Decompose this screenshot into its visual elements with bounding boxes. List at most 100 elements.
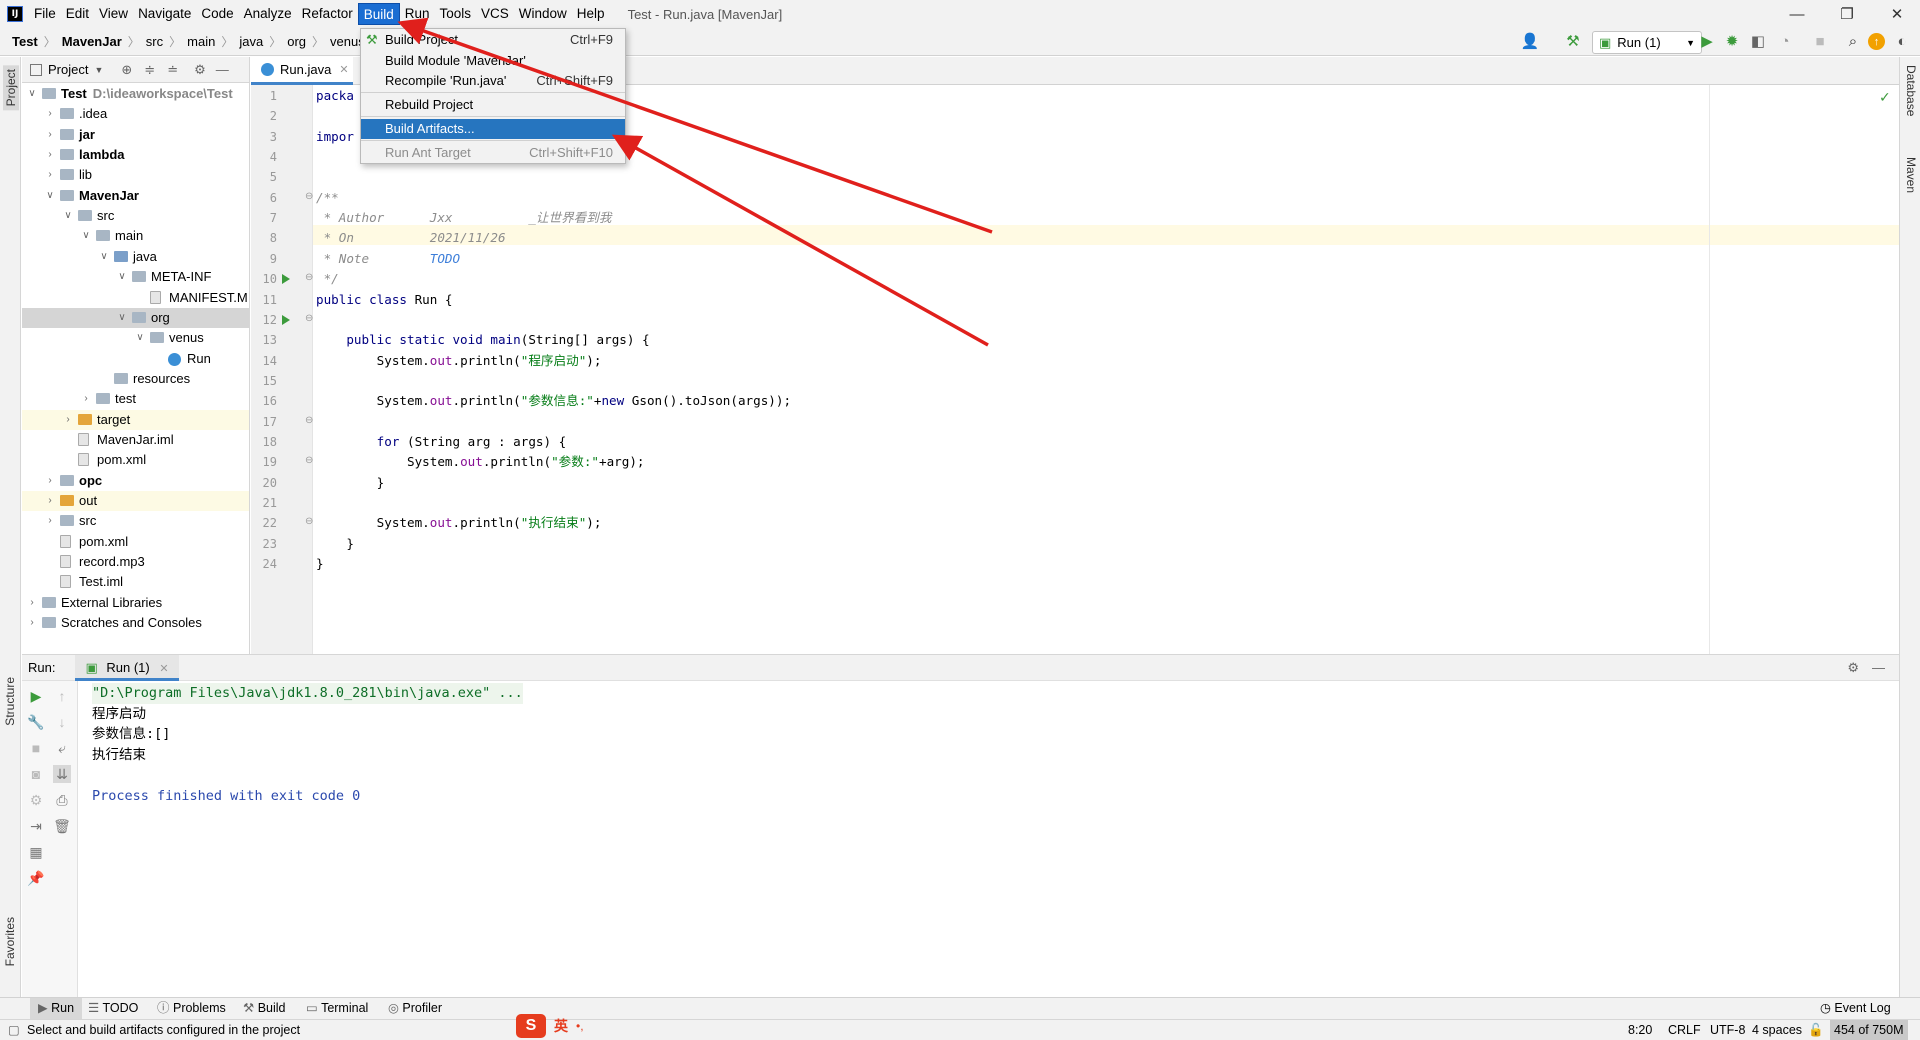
- tree-item[interactable]: ∨ venus: [22, 328, 249, 348]
- profile-icon[interactable]: ◔: [1775, 33, 1795, 51]
- run-gutter-icon[interactable]: [282, 274, 290, 285]
- chevron-down-icon[interactable]: ∨: [62, 206, 74, 226]
- close-tab-icon[interactable]: ✕: [159, 663, 168, 675]
- build-menu-item-build-artifacts[interactable]: Build Artifacts...: [361, 119, 625, 139]
- chevron-down-icon[interactable]: ∨: [26, 84, 38, 104]
- chevron-right-icon[interactable]: ›: [44, 165, 56, 185]
- close-tab-icon[interactable]: ✕: [339, 63, 348, 76]
- menu-edit[interactable]: Edit: [61, 3, 94, 25]
- tree-item[interactable]: › .idea: [22, 104, 249, 124]
- chevron-right-icon[interactable]: ›: [80, 389, 92, 409]
- chevron-down-icon[interactable]: ∨: [98, 247, 110, 267]
- project-view-selector[interactable]: Project: [48, 62, 88, 77]
- tree-item[interactable]: › Scratches and Consoles: [22, 613, 249, 633]
- tree-item[interactable]: › src: [22, 511, 249, 531]
- structure-tool-button[interactable]: Structure: [3, 677, 17, 726]
- menu-help[interactable]: Help: [572, 3, 610, 25]
- ide-features-icon[interactable]: ◐: [1892, 33, 1912, 51]
- rerun-icon[interactable]: ▶: [27, 687, 45, 705]
- tree-item[interactable]: › test: [22, 389, 249, 409]
- memory-indicator[interactable]: 454 of 750M: [1830, 1020, 1908, 1040]
- wrench-icon[interactable]: 🔧: [27, 713, 45, 731]
- build-menu-item-build-module-mavenjar[interactable]: Build Module 'MavenJar': [361, 51, 625, 71]
- build-menu-item-run-ant-target[interactable]: Run Ant Target Ctrl+Shift+F10: [361, 143, 625, 163]
- user-icon[interactable]: 👤: [1520, 33, 1540, 51]
- tree-item[interactable]: › External Libraries: [22, 593, 249, 613]
- chevron-right-icon[interactable]: ›: [44, 491, 56, 511]
- breadcrumb-item[interactable]: main: [187, 34, 215, 49]
- locate-icon[interactable]: ⊕: [121, 62, 132, 78]
- chevron-down-icon[interactable]: ∨: [134, 328, 146, 348]
- build-tool-button[interactable]: ⚒ Build: [243, 998, 285, 1019]
- tree-item[interactable]: pom.xml: [22, 532, 249, 552]
- up-icon[interactable]: ↑: [53, 687, 71, 705]
- exit-icon[interactable]: ⇥: [27, 817, 45, 835]
- code-editor[interactable]: ✓ packa impor /** * Author Jxx _让世界看到我 * O…: [313, 85, 1899, 654]
- breadcrumb-item[interactable]: Test: [12, 34, 38, 49]
- breadcrumb-item[interactable]: src: [146, 34, 163, 49]
- menu-tools[interactable]: Tools: [435, 3, 477, 25]
- favorites-tool-button[interactable]: Favorites: [3, 917, 17, 966]
- layout-icon[interactable]: ▦: [27, 843, 45, 861]
- tree-item[interactable]: › lambda: [22, 145, 249, 165]
- build-hammer-icon[interactable]: ⚒: [1563, 33, 1583, 51]
- breadcrumb-item[interactable]: org: [287, 34, 306, 49]
- maven-tool-button[interactable]: Maven: [1904, 157, 1918, 193]
- search-icon[interactable]: ⌕: [1843, 33, 1863, 51]
- chevron-down-icon[interactable]: ∨: [116, 308, 128, 328]
- hide-icon[interactable]: —: [216, 62, 229, 77]
- soft-wrap-icon[interactable]: ⤶: [53, 739, 71, 757]
- menu-build[interactable]: Build: [357, 3, 400, 25]
- tree-item[interactable]: › opc: [22, 471, 249, 491]
- menu-view[interactable]: View: [94, 3, 133, 25]
- chevron-right-icon[interactable]: ›: [62, 410, 74, 430]
- camera-icon[interactable]: ◙: [27, 765, 45, 783]
- database-tool-button[interactable]: Database: [1904, 65, 1918, 116]
- event-log-button[interactable]: ◷ Event Log: [1820, 998, 1891, 1019]
- tree-item[interactable]: ∨ META-INF: [22, 267, 249, 287]
- print-icon[interactable]: ⎙: [53, 791, 71, 809]
- chevron-right-icon[interactable]: ›: [26, 613, 38, 633]
- tree-item[interactable]: resources: [22, 369, 249, 389]
- tab-run-java[interactable]: Run.java ✕: [251, 57, 353, 85]
- tree-item[interactable]: record.mp3: [22, 552, 249, 572]
- project-tool-button[interactable]: Project: [3, 65, 19, 111]
- indent-setting[interactable]: 4 spaces: [1752, 1020, 1802, 1040]
- chevron-right-icon[interactable]: ›: [44, 471, 56, 491]
- trash-icon[interactable]: 🗑: [53, 817, 71, 835]
- run-icon[interactable]: ▶: [1697, 33, 1717, 51]
- run-gutter-icon[interactable]: [282, 314, 290, 325]
- collapse-all-icon[interactable]: ≐: [167, 62, 178, 78]
- tree-item[interactable]: pom.xml: [22, 450, 249, 470]
- tree-item[interactable]: ∨ main: [22, 226, 249, 246]
- build-menu-item-build-project[interactable]: ⚒ Build Project Ctrl+F9: [361, 30, 625, 50]
- tree-item[interactable]: ∨ MavenJar: [22, 186, 249, 206]
- run-tool-button[interactable]: ▶ Run: [30, 998, 83, 1019]
- menu-file[interactable]: File: [29, 3, 61, 25]
- tree-item[interactable]: Test.iml: [22, 572, 249, 592]
- run-configuration-selector[interactable]: ▣ Run (1) ▼: [1592, 31, 1702, 54]
- breadcrumb-item[interactable]: java: [239, 34, 263, 49]
- chevron-right-icon[interactable]: ›: [26, 593, 38, 613]
- gear-icon[interactable]: ⚙: [194, 62, 206, 78]
- restore-button[interactable]: ❐: [1824, 0, 1870, 28]
- caret-position[interactable]: 8:20: [1628, 1020, 1652, 1040]
- menu-vcs[interactable]: VCS: [476, 3, 514, 25]
- chevron-down-icon[interactable]: ∨: [44, 186, 56, 206]
- console-output[interactable]: "D:\Program Files\Java\jdk1.8.0_281\bin\…: [92, 683, 523, 806]
- tree-item[interactable]: ∨ src: [22, 206, 249, 226]
- profiler-tool-button[interactable]: ◎ Profiler: [388, 998, 442, 1019]
- menu-analyze[interactable]: Analyze: [239, 3, 297, 25]
- tree-item[interactable]: MavenJar.iml: [22, 430, 249, 450]
- status-square-icon[interactable]: ▢: [8, 1020, 20, 1040]
- pin-icon[interactable]: 📌: [27, 869, 45, 887]
- hide-icon[interactable]: —: [1872, 660, 1885, 675]
- lock-icon[interactable]: 🔓: [1808, 1020, 1824, 1040]
- gear-icon[interactable]: ⚙: [1847, 660, 1859, 676]
- chevron-right-icon[interactable]: ›: [44, 511, 56, 531]
- coverage-icon[interactable]: ◧: [1748, 33, 1768, 51]
- chevron-right-icon[interactable]: ›: [44, 104, 56, 124]
- breadcrumb-item[interactable]: MavenJar: [62, 34, 122, 49]
- problems-tool-button[interactable]: ⓘ Problems: [157, 998, 226, 1019]
- terminal-tool-button[interactable]: ▭ Terminal: [306, 998, 368, 1019]
